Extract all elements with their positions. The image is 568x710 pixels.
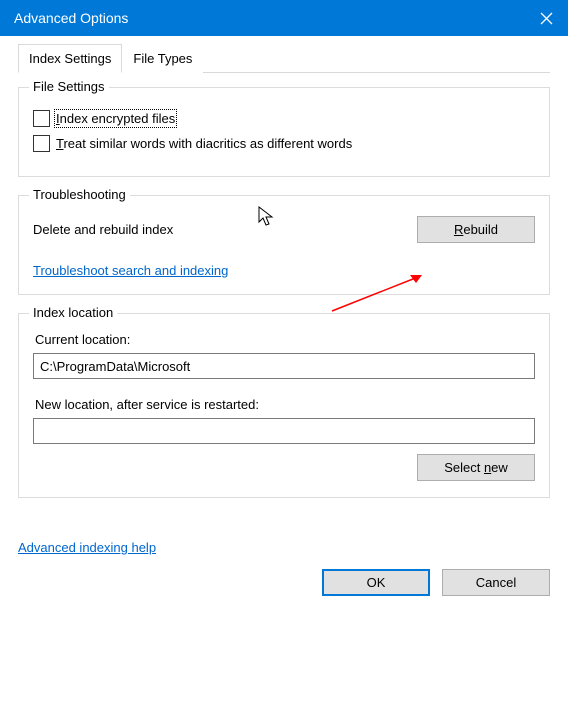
row-diacritics: Treat similar words with diacritics as d… — [33, 135, 535, 152]
group-troubleshooting-label: Troubleshooting — [29, 187, 130, 202]
checkbox-index-encrypted[interactable] — [33, 110, 50, 127]
titlebar: Advanced Options — [0, 0, 568, 36]
group-index-location-label: Index location — [29, 305, 117, 320]
rebuild-button[interactable]: Rebuild — [417, 216, 535, 243]
tab-index-settings[interactable]: Index Settings — [18, 44, 122, 73]
group-index-location: Index location Current location: New loc… — [18, 313, 550, 498]
new-location-label: New location, after service is restarted… — [35, 397, 535, 412]
current-location-field[interactable] — [33, 353, 535, 379]
select-new-button[interactable]: Select new — [417, 454, 535, 481]
dialog-content: Index Settings File Types File Settings … — [0, 36, 568, 530]
close-button[interactable] — [524, 0, 568, 36]
tab-strip: Index Settings File Types — [18, 44, 550, 73]
checkbox-diacritics[interactable] — [33, 135, 50, 152]
tab-file-types[interactable]: File Types — [122, 44, 203, 73]
ok-button[interactable]: OK — [322, 569, 430, 596]
group-file-settings: File Settings Index encrypted files Trea… — [18, 87, 550, 177]
label-index-encrypted: Index encrypted files — [56, 111, 175, 126]
window-title: Advanced Options — [14, 10, 524, 26]
troubleshoot-link[interactable]: Troubleshoot search and indexing — [33, 263, 228, 278]
current-location-label: Current location: — [35, 332, 535, 347]
new-location-field[interactable] — [33, 418, 535, 444]
group-troubleshooting: Troubleshooting Delete and rebuild index… — [18, 195, 550, 295]
cancel-button[interactable]: Cancel — [442, 569, 550, 596]
dialog-footer: Advanced indexing help OK Cancel — [0, 530, 568, 610]
close-icon — [540, 12, 553, 25]
advanced-help-link[interactable]: Advanced indexing help — [18, 540, 156, 555]
row-index-encrypted: Index encrypted files — [33, 110, 535, 127]
group-file-settings-label: File Settings — [29, 79, 109, 94]
label-diacritics: Treat similar words with diacritics as d… — [56, 136, 352, 151]
label-delete-rebuild: Delete and rebuild index — [33, 222, 417, 237]
